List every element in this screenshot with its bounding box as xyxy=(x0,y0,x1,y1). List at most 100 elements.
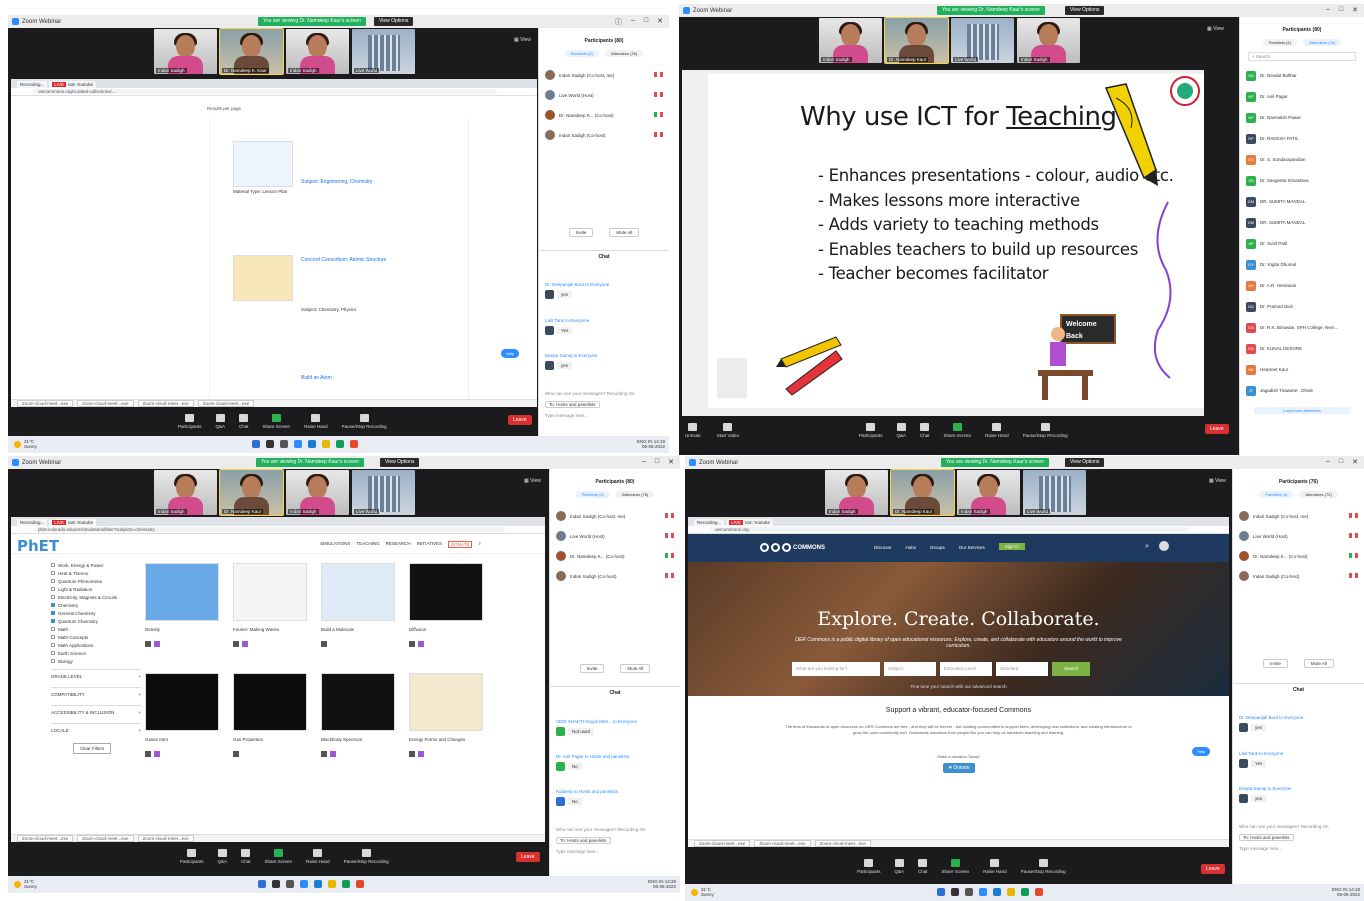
download-item[interactable]: Zoom-cloud-meet...exe xyxy=(197,400,255,407)
unmute-button[interactable]: Unmute xyxy=(685,422,701,438)
view-button[interactable]: ▦ View xyxy=(1209,478,1226,484)
maximize-button[interactable]: □ xyxy=(1339,6,1343,14)
filter-checkbox[interactable]: Electricity, Magnets & Circuits xyxy=(51,593,141,601)
participant-row[interactable]: Indari Sadigh (Co-host, me) xyxy=(550,506,680,526)
attendee-row[interactable]: DD Dr. Pramod Dixit xyxy=(1240,296,1364,317)
system-tray[interactable]: ENG IN 14:19 06-05-2022 xyxy=(637,439,665,449)
attendee-row[interactable]: SS Dr. Sangeeta Srivastava xyxy=(1240,170,1364,191)
close-button[interactable]: ✕ xyxy=(668,458,674,466)
url-field[interactable]: oercommons.org xyxy=(710,527,1189,532)
close-button[interactable]: ✕ xyxy=(1352,458,1358,466)
download-item[interactable]: Zoom-cloud-meet...exe xyxy=(814,840,871,847)
simulation-card[interactable]: Energy Forms and Changes xyxy=(409,673,483,773)
share-screen-button[interactable]: Share Screen xyxy=(265,848,292,864)
filter-checkbox[interactable]: Light & Radiation xyxy=(51,585,141,593)
start-icon[interactable] xyxy=(258,880,266,888)
chat-input[interactable]: Type message here... xyxy=(556,849,674,854)
chat-input[interactable]: Type message here... xyxy=(545,413,663,418)
start-icon[interactable] xyxy=(937,888,945,896)
minimize-button[interactable]: – xyxy=(642,458,646,466)
tab-live[interactable]: LIVE Iam Youtube xyxy=(726,519,774,526)
video-tile-active-speaker[interactable]: Dr. Namdeep K. Kaur xyxy=(219,28,284,75)
filter-checkbox[interactable]: Quantum Phenomena xyxy=(51,577,141,585)
view-options-button[interactable]: View Options xyxy=(1065,6,1105,15)
view-options-button[interactable]: View Options xyxy=(380,458,420,467)
tab-live[interactable]: LIVE Iam Youtube xyxy=(49,81,97,88)
qa-button[interactable]: Q&A xyxy=(218,848,227,864)
app-icon[interactable] xyxy=(356,880,364,888)
download-item[interactable]: Zoom-cloud-meet...exe xyxy=(137,400,194,407)
video-tile[interactable]: Live World xyxy=(1023,470,1086,515)
participants-button[interactable]: Participants xyxy=(178,413,202,429)
recording-button[interactable]: Pause/Stop Recording xyxy=(342,413,387,429)
leave-button[interactable]: Leave xyxy=(1205,424,1229,434)
tab-recording[interactable]: Recording... xyxy=(694,519,725,526)
simulation-card[interactable]: Build a Molecule xyxy=(321,563,395,663)
download-item[interactable]: Zoom-cloud-meet...exe xyxy=(17,835,74,842)
maximize-button[interactable]: □ xyxy=(1339,458,1343,466)
video-tile-active-speaker[interactable]: Dr. Namdeep Kaur xyxy=(884,17,949,64)
nav-teaching[interactable]: TEACHING xyxy=(356,541,379,548)
chrome-icon[interactable] xyxy=(342,880,350,888)
minimize-button[interactable]: – xyxy=(1326,458,1330,466)
video-tile[interactable]: Indari Sadigh xyxy=(1017,18,1080,63)
lesson-thumbnail[interactable] xyxy=(233,141,293,187)
nav-discover[interactable]: Discover xyxy=(874,545,892,550)
leave-button[interactable]: Leave xyxy=(1201,864,1225,874)
participant-row[interactable]: Indari Sadigh (Co-host) xyxy=(1233,566,1364,586)
search-icon[interactable]: ⌕ xyxy=(478,541,481,548)
tab-attendees[interactable]: Attendees (76) xyxy=(615,491,655,498)
chat-button[interactable]: Chat xyxy=(239,413,249,429)
search-input[interactable]: What are you looking for? xyxy=(792,662,880,676)
qa-button[interactable]: Q&A xyxy=(216,413,225,429)
lesson-subject-link[interactable]: Subject: Engineering, Chemistry xyxy=(301,179,372,185)
nav-initiatives[interactable]: INITIATIVES xyxy=(417,541,442,548)
zoom-app-icon[interactable] xyxy=(300,880,308,888)
weather-widget[interactable]: 31°C Sunny xyxy=(14,879,37,889)
maximize-button[interactable]: □ xyxy=(655,458,659,466)
chrome-icon[interactable] xyxy=(336,440,344,448)
chat-button[interactable]: Chat xyxy=(920,422,930,438)
qa-button[interactable]: Q&A xyxy=(895,858,904,874)
mute-all-button[interactable]: Mute All xyxy=(609,228,640,237)
attendee-row[interactable]: HK Harpreet Kaur xyxy=(1240,359,1364,380)
mute-all-button[interactable]: Mute All xyxy=(620,664,651,673)
search-icon[interactable]: ⌕ xyxy=(1145,543,1149,551)
leave-button[interactable]: Leave xyxy=(516,852,540,862)
attendee-row[interactable]: DH Dr. A.R. Hemanan xyxy=(1240,275,1364,296)
share-screen-button[interactable]: Share Screen xyxy=(942,858,969,874)
chat-recipient-select[interactable]: To: Hosts and panelists xyxy=(545,401,600,408)
simulation-card[interactable]: Fourier: Making Waves xyxy=(233,563,307,663)
task-view-icon[interactable] xyxy=(965,888,973,896)
attendee-row[interactable]: RP Dr. RAKESH PATIL xyxy=(1240,128,1364,149)
chrome-icon[interactable] xyxy=(1021,888,1029,896)
lesson-thumbnail[interactable] xyxy=(233,255,293,301)
chat-button[interactable]: Chat xyxy=(241,848,251,864)
folder-icon[interactable] xyxy=(1007,888,1015,896)
video-tile[interactable]: Indari Sadigh xyxy=(957,470,1020,515)
standard-select[interactable]: Standard xyxy=(996,662,1048,676)
close-button[interactable]: ✕ xyxy=(1352,6,1358,14)
download-item[interactable]: Zoom-cloud-meet...exe xyxy=(754,840,811,847)
nav-simulations[interactable]: SIMULATIONS xyxy=(320,541,350,548)
tab-recording[interactable]: Recording... xyxy=(17,81,48,88)
attendee-search[interactable]: ⌕ Search xyxy=(1248,52,1356,61)
maximize-button[interactable]: □ xyxy=(644,17,648,27)
simulation-card[interactable]: Diffusion xyxy=(409,563,483,663)
donate-button[interactable]: ♥ Donate xyxy=(943,763,976,773)
search-icon[interactable] xyxy=(951,888,959,896)
filter-section[interactable]: ACCESSIBILITY & INCLUSION + xyxy=(51,705,141,719)
qa-button[interactable]: Q&A xyxy=(897,422,906,438)
tab-live[interactable]: LIVE Iam Youtube xyxy=(49,519,97,526)
tab-panelists[interactable]: Panelists (4) xyxy=(575,491,610,498)
attendee-row[interactable]: DM DR. SUMITA MANDAL xyxy=(1240,212,1364,233)
view-button[interactable]: ▦ View xyxy=(1207,26,1224,32)
participant-row[interactable]: Indari Sadigh (Co-host, me) xyxy=(1233,506,1364,526)
attendee-row[interactable]: DM DR. SUMITA MANDAL xyxy=(1240,191,1364,212)
view-options-button[interactable]: View Options xyxy=(1065,458,1105,467)
results-per-page[interactable]: Results per page xyxy=(207,106,241,111)
attendee-row[interactable]: NP Dr. Anil Pagar xyxy=(1240,86,1364,107)
participant-row[interactable]: Indari Sadigh (Co-host) xyxy=(539,125,669,145)
edge-icon[interactable] xyxy=(993,888,1001,896)
filter-checkbox[interactable]: Math Concepts xyxy=(51,633,141,641)
